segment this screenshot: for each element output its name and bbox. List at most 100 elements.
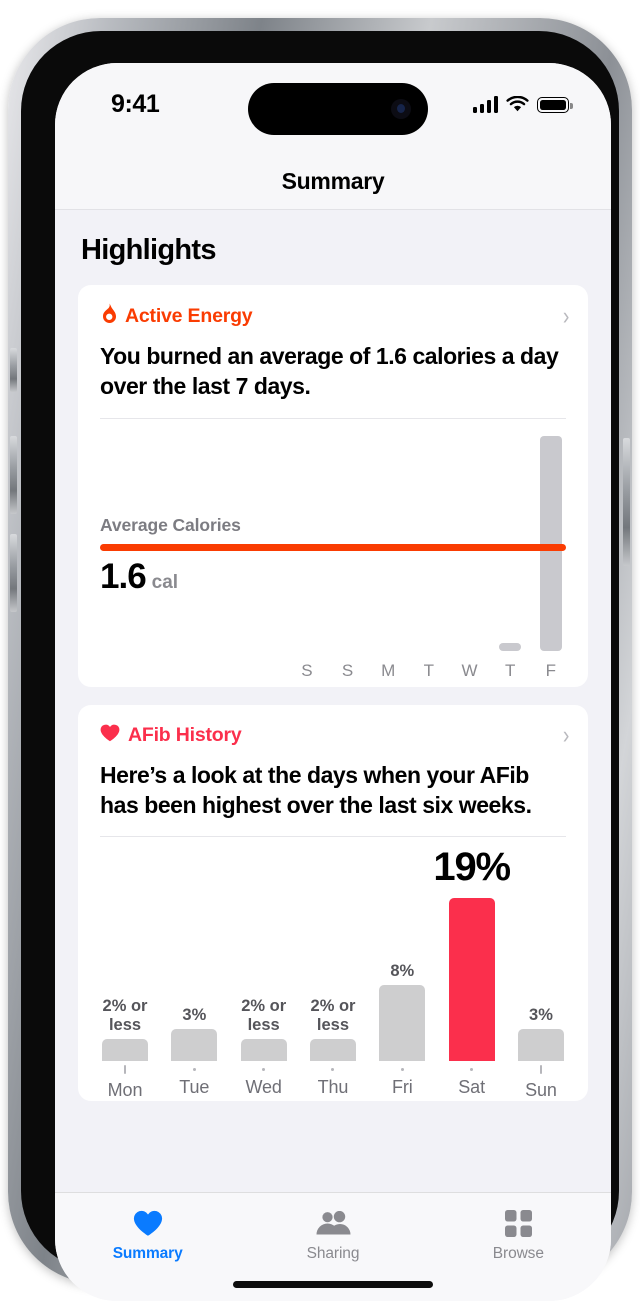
afib-bar [309,1039,356,1062]
ae-day-label: W [461,660,478,680]
ae-bar-slot [292,419,322,651]
afib-column: 2% or less [94,997,156,1062]
afib-value-label: 3% [529,1005,553,1024]
afib-column: 2% or less [302,997,364,1062]
afib-bar [240,1039,287,1062]
people-icon [315,1206,351,1240]
navigation-bar: Summary [55,153,611,210]
phone-bezel: 9:41 Summary Highlights Active Energy › … [21,31,619,1301]
afib-value-label: 2% or less [310,996,356,1034]
battery-icon [537,97,573,113]
card-divider [100,836,566,838]
afib-axis-tick [262,1068,266,1072]
dynamic-island [248,83,428,135]
card-afib-history[interactable]: AFib History › Here’s a look at the days… [78,704,588,1102]
afib-bar [171,1029,218,1062]
status-bar: 9:41 [55,63,611,153]
afib-bars-container: 2% or less 3% 2% or less 2% or less 8% 19% 3% [94,839,572,1062]
home-indicator[interactable] [233,1281,433,1288]
afib-axis-column: Fri [371,1061,433,1101]
afib-value-label: 19% [433,844,511,889]
action-button[interactable] [10,348,17,392]
afib-axis-tick [192,1068,196,1072]
heart-icon [100,724,120,747]
wifi-icon [506,95,529,113]
ae-bar-slot [495,419,525,651]
ae-day-label: S [341,660,354,680]
afib-axis-column: Mon [94,1061,156,1101]
afib-day-label: Sun [525,1080,557,1101]
ae-day-label: S [301,660,313,680]
afib-axis: Mon Tue Wed Thu Fri Sat Sun [94,1061,572,1101]
card-label-active-energy: Active Energy [125,304,253,327]
section-heading: Highlights [81,234,216,266]
afib-value-label: 3% [182,1005,207,1024]
side-power-button[interactable] [623,438,630,566]
ae-day-label: M [381,660,396,680]
afib-axis-tick [400,1068,404,1072]
ae-average-label: Average Calories [100,514,241,535]
chevron-right-icon[interactable]: › [563,303,569,329]
chevron-right-icon[interactable]: › [563,722,569,748]
volume-down-button[interactable] [10,534,17,612]
afib-bar-highlighted [448,898,495,1062]
ae-value-number: 1.6 [100,556,147,596]
afib-value-label: 2% or less [102,996,148,1034]
afib-axis-column: Tue [163,1061,225,1101]
afib-column: 3% [510,1006,572,1062]
afib-day-label: Sat [458,1077,485,1098]
afib-column: 19% [433,845,511,1062]
afib-day-label: Mon [107,1080,143,1101]
ae-day-label: F [545,660,557,680]
flame-icon [100,303,117,329]
afib-axis-column: Thu [302,1061,364,1101]
afib-axis-column: Sat [441,1061,503,1101]
afib-bar [102,1039,148,1062]
afib-day-label: Thu [317,1077,349,1098]
afib-value-label: 2% or less [241,996,287,1034]
afib-value-label: 8% [390,961,415,980]
chart-afib-history: 2% or less 3% 2% or less 2% or less 8% 19% 3% … [94,839,572,1101]
tab-label: Summary [112,1245,183,1262]
ae-day-label: T [504,660,516,680]
afib-bar [379,985,426,1062]
afib-axis-tick [539,1065,543,1075]
ae-average-line [100,543,566,551]
card-description-active-energy: You burned an average of 1.6 calories a … [100,343,559,400]
ae-day-labels: SSMTWTF [292,661,566,681]
ae-bar-slot [455,419,485,651]
card-header-active-energy: Active Energy › [78,285,588,329]
ae-bar-slot [333,419,363,651]
ae-bar-slot [373,419,403,651]
afib-axis-column: Wed [233,1061,295,1101]
ae-value-unit: cal [151,571,179,593]
tab-label: Browse [492,1245,544,1262]
ae-bar-slot [536,419,566,651]
ae-bar-slot [414,419,444,651]
afib-day-label: Wed [245,1077,282,1098]
phone-screen: 9:41 Summary Highlights Active Energy › … [55,63,611,1301]
afib-column: 2% or less [233,997,295,1062]
afib-column: 3% [163,1006,225,1062]
tab-browse[interactable]: Browse [426,1193,611,1301]
cellular-signal-icon [472,96,498,113]
scroll-content[interactable]: Highlights Active Energy › You burned an… [55,210,611,1193]
tab-summary[interactable]: Summary [55,1193,240,1301]
afib-axis-tick [470,1068,474,1072]
card-active-energy[interactable]: Active Energy › You burned an average of… [78,285,588,687]
page-title: Summary [281,167,385,194]
tab-label: Sharing [306,1245,360,1262]
volume-up-button[interactable] [10,436,17,514]
afib-bar [517,1029,564,1062]
phone-frame: 9:41 Summary Highlights Active Energy › … [8,18,632,1301]
afib-column: 8% [371,962,433,1062]
status-time: 9:41 [111,90,160,118]
status-indicators [472,91,573,113]
card-label-afib-history: AFib History [128,723,242,746]
front-camera-icon [391,99,411,119]
afib-axis-tick [331,1068,335,1072]
ae-bar [499,642,522,651]
chart-active-energy: Average Calories 1.6 cal S S M T W T F [100,419,566,687]
ae-day-label: T [423,660,435,680]
grid-squares-icon [504,1206,532,1240]
